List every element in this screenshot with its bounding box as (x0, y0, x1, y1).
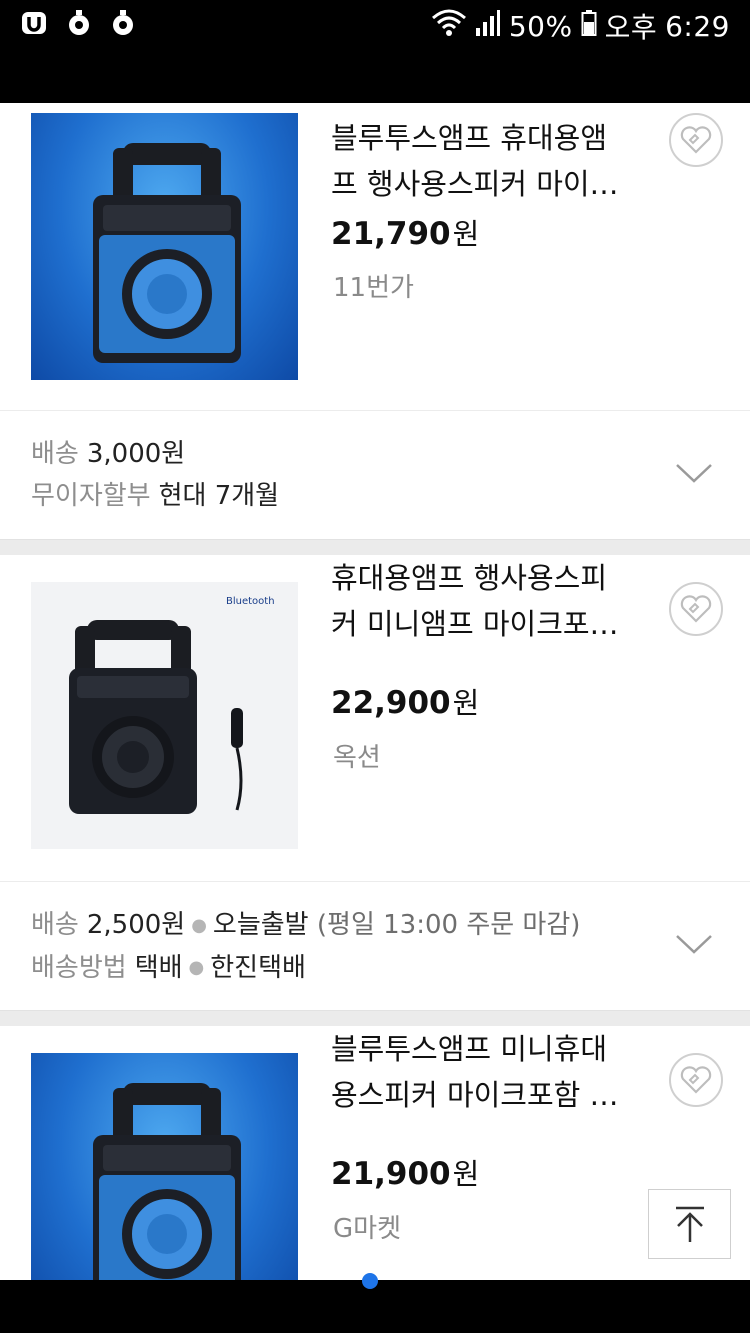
card-divider (0, 1010, 750, 1026)
seller-name: G마켓 (333, 1214, 401, 1244)
currency-unit: 원 (452, 217, 480, 251)
shipping-fee-line: 배송 2,500원 ● 오늘출발 (평일 13:00 주문 마감) (31, 904, 719, 947)
shipping-method-label: 배송방법 (31, 952, 127, 983)
shipping-fee-line: 배송 3,000원 (31, 433, 719, 475)
heart-icon (680, 595, 712, 623)
product-main[interactable]: Bluetooth 휴대용앰프 행사용스피 커 미니앰프 마이크포… 22,90… (0, 555, 750, 882)
product-title[interactable]: 휴대용앰프 행사용스피 커 미니앰프 마이크포… (331, 555, 631, 647)
product-title-line[interactable]: 휴대용앰프 행사용스피 (331, 555, 631, 601)
heart-icon (680, 1066, 712, 1094)
status-right: 50% 오후 6:29 (431, 6, 730, 46)
same-day-dispatch: 오늘출발 (212, 910, 309, 940)
installment-line: 무이자할부 현대 7개월 (31, 475, 719, 517)
product-title-line[interactable]: 프 행사용스피커 마이… (331, 161, 631, 207)
product-card[interactable]: 블루투스앰프 휴대용앰 프 행사용스피커 마이… 21,790원 11번가 배송… (0, 103, 750, 539)
product-main[interactable]: 블루투스앰프 휴대용앰 프 행사용스피커 마이… 21,790원 11번가 (0, 103, 750, 411)
page-indicator-dot (362, 1273, 378, 1289)
battery-icon (581, 8, 597, 45)
shipping-fee: 3,000원 (86, 439, 186, 469)
price-value: 22,900 (331, 685, 451, 721)
courier-name: 한진택배 (210, 952, 306, 983)
heart-icon (680, 126, 712, 154)
battery-percent: 50% (508, 9, 573, 43)
wifi-icon (431, 8, 467, 45)
app-u-icon (20, 8, 50, 38)
scroll-to-top-button[interactable] (648, 1189, 731, 1259)
shipping-label: 배송 (31, 439, 79, 469)
product-title-line[interactable]: 용스피커 마이크포함 … (331, 1072, 631, 1118)
signal-icon (475, 8, 501, 45)
shipping-fee: 2,500원 (86, 910, 186, 940)
product-card[interactable]: 블루투스앰프 미니휴대 용스피커 마이크포함 … 21,900원 G마켓 (0, 1026, 750, 1280)
price-value: 21,790 (331, 216, 451, 252)
installment-value: 현대 7개월 (158, 481, 280, 511)
product-image[interactable] (31, 1053, 298, 1280)
shipping-info[interactable]: 배송 2,500원 ● 오늘출발 (평일 13:00 주문 마감) 배송방법 택배 ● 한진… (0, 882, 750, 1010)
wishlist-button[interactable] (669, 113, 723, 167)
navigation-bar (0, 1280, 750, 1333)
price-value: 21,900 (331, 1156, 451, 1192)
notification-icon (64, 8, 94, 38)
separator-dot: ● (188, 957, 205, 978)
card-divider (0, 539, 750, 555)
status-bar: 50% 오후 6:29 (0, 0, 750, 103)
seller-name: 11번가 (333, 273, 414, 303)
chevron-down-icon[interactable] (674, 928, 714, 958)
ampm-text: 오후 (604, 11, 658, 44)
dispatch-deadline: (평일 13:00 주문 마감) (316, 910, 581, 940)
notification-icon (108, 8, 138, 38)
image-bluetooth-text: Bluetooth (226, 596, 275, 607)
chevron-down-icon[interactable] (674, 457, 714, 487)
product-title-line[interactable]: 블루투스앰프 휴대용앰 (331, 115, 631, 161)
shipping-info[interactable]: 배송 3,000원 무이자할부 현대 7개월 (0, 411, 750, 539)
separator-dot: ● (191, 914, 207, 936)
shipping-method-line: 배송방법 택배 ● 한진택배 (31, 947, 719, 990)
product-price: 22,900원 (331, 680, 479, 722)
shipping-label: 배송 (31, 910, 79, 940)
status-left (20, 8, 138, 38)
product-card[interactable]: Bluetooth 휴대용앰프 행사용스피 커 미니앰프 마이크포… 22,90… (0, 555, 750, 1010)
product-title-line[interactable]: 블루투스앰프 미니휴대 (331, 1026, 631, 1072)
wishlist-button[interactable] (669, 582, 723, 636)
product-title[interactable]: 블루투스앰프 미니휴대 용스피커 마이크포함 … (331, 1026, 631, 1118)
wishlist-button[interactable] (669, 1053, 723, 1107)
clock-text: 6:29 (665, 9, 730, 43)
arrow-up-icon (675, 1206, 704, 1242)
shipping-method: 택배 (134, 952, 183, 983)
product-price: 21,790원 (331, 211, 479, 253)
seller-name: 옥션 (333, 743, 381, 773)
product-price: 21,900원 (331, 1151, 479, 1193)
product-list: 블루투스앰프 휴대용앰 프 행사용스피커 마이… 21,790원 11번가 배송… (0, 103, 750, 1280)
product-image[interactable]: Bluetooth (31, 582, 298, 849)
installment-label: 무이자할부 (31, 481, 151, 511)
product-title-line[interactable]: 커 미니앰프 마이크포… (331, 601, 631, 647)
currency-unit: 원 (452, 1157, 480, 1191)
product-title[interactable]: 블루투스앰프 휴대용앰 프 행사용스피커 마이… (331, 115, 631, 207)
product-main[interactable]: 블루투스앰프 미니휴대 용스피커 마이크포함 … 21,900원 G마켓 (0, 1026, 750, 1280)
product-image[interactable] (31, 113, 298, 380)
currency-unit: 원 (452, 686, 480, 720)
